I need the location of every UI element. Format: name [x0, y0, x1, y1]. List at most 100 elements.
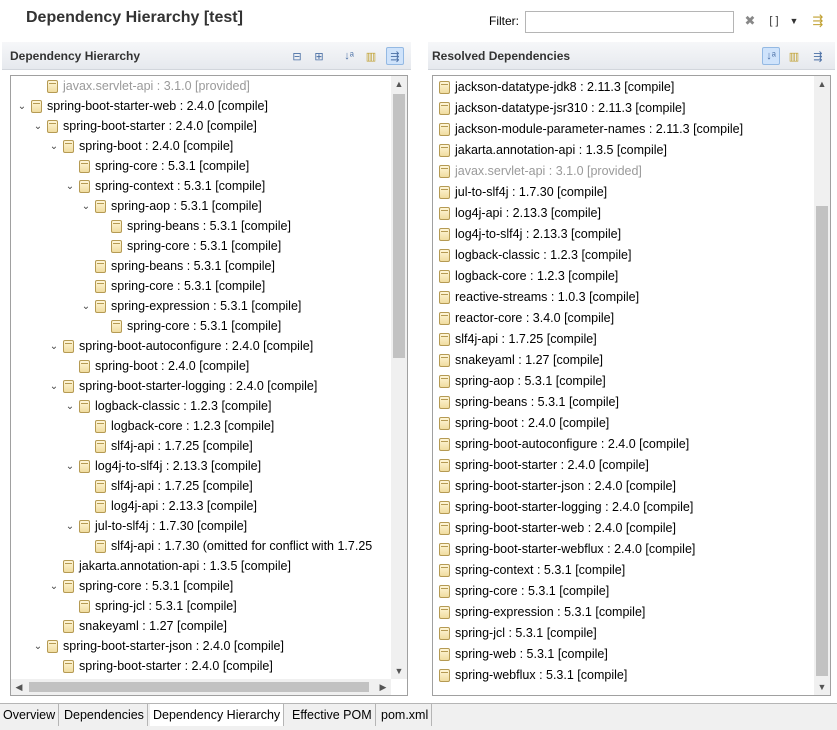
tab-effective-pom[interactable]: Effective POM [289, 704, 376, 726]
list-item[interactable]: spring-boot-starter-json : 2.4.0 [compil… [437, 476, 676, 496]
expand-toggle-icon[interactable]: ⌄ [31, 641, 45, 652]
list-item[interactable]: spring-aop : 5.3.1 [compile] [437, 371, 606, 391]
scrollbar-thumb[interactable] [816, 206, 828, 676]
scrollbar-thumb[interactable] [393, 94, 405, 358]
list-item[interactable]: snakeyaml : 1.27 [compile] [437, 350, 603, 370]
filter-options-icon[interactable]: ⇶ [809, 12, 827, 30]
list-item[interactable]: spring-web : 5.3.1 [compile] [437, 644, 608, 664]
list-item[interactable]: log4j-api : 2.13.3 [compile] [437, 203, 601, 223]
horizontal-scrollbar[interactable]: ◀ ▶ [11, 679, 391, 695]
list-item[interactable]: slf4j-api : 1.7.25 [compile] [437, 329, 597, 349]
tree-row[interactable]: ⌄ spring-boot-starter-web : 2.4.0 [compil… [15, 96, 268, 116]
expand-toggle-icon[interactable]: ⌄ [79, 201, 93, 212]
tree-row[interactable]: ⌄ spring-expression : 5.3.1 [compile] [79, 296, 302, 316]
scroll-up-icon[interactable]: ▲ [391, 76, 407, 92]
tree-row[interactable]: spring-core : 5.3.1 [compile] [79, 276, 265, 296]
tree-row[interactable]: ⌄ jul-to-slf4j : 1.7.30 [compile] [63, 516, 247, 536]
tree-row[interactable]: ⌄ spring-context : 5.3.1 [compile] [63, 176, 265, 196]
expand-toggle-icon[interactable]: ⌄ [63, 521, 77, 532]
scroll-down-icon[interactable]: ▼ [814, 679, 830, 695]
expand-toggle-icon[interactable]: ⌄ [63, 401, 77, 412]
filter-conflicts-icon[interactable]: ⇶ [386, 47, 404, 65]
list-item[interactable]: jul-to-slf4j : 1.7.30 [compile] [437, 182, 607, 202]
list-item[interactable]: logback-classic : 1.2.3 [compile] [437, 245, 631, 265]
list-item[interactable]: reactive-streams : 1.0.3 [compile] [437, 287, 639, 307]
list-item[interactable]: spring-boot : 2.4.0 [compile] [437, 413, 609, 433]
expand-toggle-icon[interactable]: ⌄ [63, 181, 77, 192]
tree-row[interactable]: spring-jcl : 5.3.1 [compile] [63, 596, 237, 616]
list-item[interactable]: logback-core : 1.2.3 [compile] [437, 266, 618, 286]
list-item[interactable]: spring-boot-starter-web : 2.4.0 [compile… [437, 518, 676, 538]
expand-toggle-icon[interactable]: ⌄ [47, 581, 61, 592]
show-group-id-icon[interactable]: ▥ [362, 47, 380, 65]
scroll-down-icon[interactable]: ▼ [391, 663, 407, 679]
sort-az-icon[interactable]: ↓ᵃ [340, 47, 358, 65]
expand-toggle-icon[interactable]: ⌄ [47, 341, 61, 352]
list-item[interactable]: jackson-module-parameter-names : 2.11.3 … [437, 119, 743, 139]
expand-toggle-icon[interactable]: ⌄ [47, 381, 61, 392]
tree-row[interactable]: jakarta.annotation-api : 1.3.5 [compile] [47, 556, 291, 576]
tree-row[interactable]: ⌄ spring-boot-starter-json : 2.4.0 [compi… [31, 636, 284, 656]
list-item[interactable]: log4j-to-slf4j : 2.13.3 [compile] [437, 224, 621, 244]
tree-row[interactable]: spring-beans : 5.3.1 [compile] [95, 216, 291, 236]
expand-toggle-icon[interactable]: ⌄ [15, 101, 29, 112]
list-item[interactable]: spring-beans : 5.3.1 [compile] [437, 392, 619, 412]
tree-row[interactable]: ⌄ log4j-to-slf4j : 2.13.3 [compile] [63, 456, 261, 476]
tree-row[interactable]: javax.servlet-api : 3.1.0 [provided] [31, 76, 250, 96]
hierarchy-tree[interactable]: javax.servlet-api : 3.1.0 [provided] ⌄ spr… [10, 75, 408, 696]
filter-conflicts-icon[interactable]: ⇶ [809, 47, 827, 65]
tab-overview[interactable]: Overview [0, 704, 60, 726]
brackets-button[interactable]: [ ] [765, 12, 783, 30]
list-item[interactable]: reactor-core : 3.4.0 [compile] [437, 308, 614, 328]
expand-all-icon[interactable]: ⊞ [310, 47, 328, 65]
expand-toggle-icon[interactable]: ⌄ [79, 301, 93, 312]
tree-row[interactable]: spring-core : 5.3.1 [compile] [95, 236, 281, 256]
tree-row[interactable]: log4j-api : 2.13.3 [compile] [79, 496, 257, 516]
list-item[interactable]: spring-boot-starter-webflux : 2.4.0 [com… [437, 539, 695, 559]
clear-x-icon[interactable]: ✖ [741, 12, 759, 30]
tree-row[interactable]: snakeyaml : 1.27 [compile] [47, 616, 227, 636]
vertical-scrollbar[interactable]: ▲ ▼ [814, 76, 830, 695]
expand-toggle-icon[interactable]: ⌄ [63, 461, 77, 472]
scroll-up-icon[interactable]: ▲ [814, 76, 830, 92]
tree-row[interactable]: ⌄ spring-boot : 2.4.0 [compile] [47, 136, 233, 156]
resolved-list[interactable]: jackson-datatype-jdk8 : 2.11.3 [compile]… [432, 75, 831, 696]
sort-az-icon[interactable]: ↓ᵃ [762, 47, 780, 65]
tree-row[interactable]: slf4j-api : 1.7.25 [compile] [79, 436, 253, 456]
list-item[interactable]: spring-webflux : 5.3.1 [compile] [437, 665, 627, 685]
list-item[interactable]: spring-boot-autoconfigure : 2.4.0 [compi… [437, 434, 689, 454]
list-item[interactable]: spring-boot-starter-logging : 2.4.0 [com… [437, 497, 693, 517]
tree-row[interactable]: ⌄ spring-core : 5.3.1 [compile] [47, 576, 233, 596]
tree-row[interactable]: spring-boot-starter : 2.4.0 [compile] [47, 656, 273, 676]
tree-row[interactable]: logback-core : 1.2.3 [compile] [79, 416, 274, 436]
tree-row[interactable]: slf4j-api : 1.7.25 [compile] [79, 476, 253, 496]
tab-pom-xml[interactable]: pom.xml [378, 704, 433, 726]
tree-row[interactable]: spring-boot : 2.4.0 [compile] [63, 356, 249, 376]
list-item[interactable]: spring-boot-starter : 2.4.0 [compile] [437, 455, 649, 475]
tree-row[interactable]: slf4j-api : 1.7.30 (omitted for conflict… [79, 536, 372, 556]
tree-row[interactable]: spring-beans : 5.3.1 [compile] [79, 256, 275, 276]
tree-row[interactable]: ⌄ spring-aop : 5.3.1 [compile] [79, 196, 262, 216]
scroll-left-icon[interactable]: ◀ [11, 679, 27, 695]
list-item[interactable]: jackson-datatype-jsr310 : 2.11.3 [compil… [437, 98, 685, 118]
list-item[interactable]: spring-jcl : 5.3.1 [compile] [437, 623, 597, 643]
list-item[interactable]: spring-context : 5.3.1 [compile] [437, 560, 625, 580]
tree-row[interactable]: ⌄ spring-boot-autoconfigure : 2.4.0 [comp… [47, 336, 313, 356]
tree-row[interactable]: spring-core : 5.3.1 [compile] [63, 156, 249, 176]
expand-toggle-icon[interactable]: ⌄ [31, 121, 45, 132]
filter-input[interactable] [525, 11, 734, 33]
tree-row[interactable]: spring-core : 5.3.1 [compile] [95, 316, 281, 336]
show-group-id-icon[interactable]: ▥ [785, 47, 803, 65]
list-item[interactable]: spring-expression : 5.3.1 [compile] [437, 602, 645, 622]
list-item[interactable]: jackson-datatype-jdk8 : 2.11.3 [compile] [437, 77, 674, 97]
collapse-all-icon[interactable]: ⊟ [288, 47, 306, 65]
scrollbar-thumb[interactable] [29, 682, 369, 692]
list-item[interactable]: spring-core : 5.3.1 [compile] [437, 581, 609, 601]
list-item[interactable]: jakarta.annotation-api : 1.3.5 [compile] [437, 140, 667, 160]
tree-row[interactable]: ⌄ logback-classic : 1.2.3 [compile] [63, 396, 272, 416]
list-item[interactable]: javax.servlet-api : 3.1.0 [provided] [437, 161, 642, 181]
tree-row[interactable]: ⌄ spring-boot-starter-logging : 2.4.0 [co… [47, 376, 318, 396]
vertical-scrollbar[interactable]: ▲ ▼ [391, 76, 407, 679]
chevron-down-icon[interactable]: ▼ [785, 12, 803, 30]
scroll-right-icon[interactable]: ▶ [375, 679, 391, 695]
